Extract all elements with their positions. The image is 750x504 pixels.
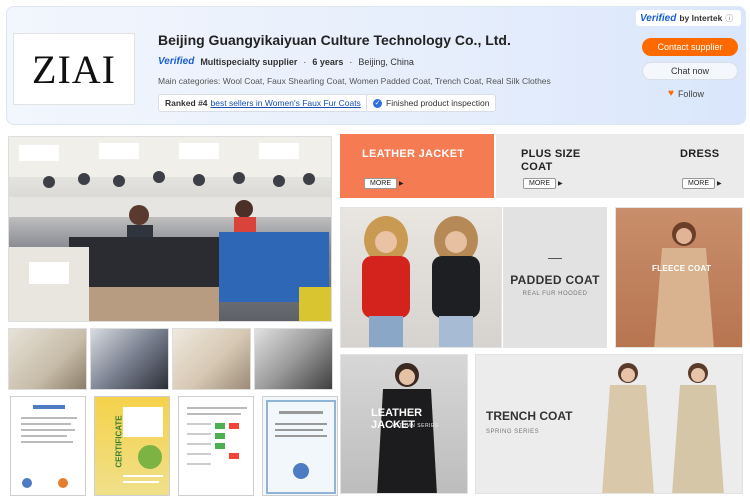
category-leather-jacket[interactable]: LEATHER JACKET MORE ▶ bbox=[340, 134, 494, 198]
trench-coat-panel[interactable]: TRENCH COAT SPRING SERIES bbox=[475, 354, 743, 494]
heart-icon: ♥ bbox=[668, 88, 674, 99]
document-icon bbox=[187, 407, 247, 465]
intertek-by-label: by Intertek bbox=[679, 13, 723, 23]
work-photo-1[interactable] bbox=[8, 328, 87, 390]
main-categories: Main categories: Wool Coat, Faux Shearli… bbox=[158, 76, 551, 86]
factory-illustration bbox=[9, 137, 331, 321]
logo-text: ZIAI bbox=[32, 46, 116, 92]
certificate-label: CERTIFICATE bbox=[114, 415, 124, 468]
ranking-link[interactable]: best sellers in Women's Faux Fur Coats bbox=[211, 98, 361, 108]
more-button[interactable]: MORE ▶ bbox=[682, 178, 722, 189]
info-icon[interactable]: ⓘ bbox=[725, 13, 733, 24]
document-icon bbox=[21, 405, 77, 488]
chevron-right-icon: ▶ bbox=[399, 181, 404, 187]
fleece-model-illustration bbox=[654, 222, 714, 347]
follow-button[interactable]: ♥ Follow bbox=[668, 88, 704, 99]
more-label: MORE bbox=[682, 178, 715, 189]
intertek-verified-label: Verified bbox=[640, 12, 677, 24]
fleece-coat-panel[interactable]: FLEECE COAT bbox=[615, 207, 743, 348]
certificate-image-2[interactable]: CERTIFICATE bbox=[94, 396, 170, 496]
company-logo: ZIAI bbox=[13, 33, 135, 105]
work-photo-4[interactable] bbox=[254, 328, 333, 390]
certificate-image-1[interactable] bbox=[10, 396, 86, 496]
certificate-image-3[interactable] bbox=[178, 396, 254, 496]
padded-coat-panel[interactable]: PADDED COAT REAL FUR HOODED bbox=[503, 207, 607, 348]
padded-coat-title: PADDED COAT bbox=[510, 273, 600, 287]
more-button[interactable]: MORE ▶ bbox=[523, 178, 563, 189]
more-label: MORE bbox=[364, 178, 397, 189]
category-label: LEATHER JACKET bbox=[362, 148, 465, 160]
trench-coat-title: TRENCH COAT bbox=[486, 409, 573, 423]
leather-jacket-panel[interactable]: LEATHER JACKET AUTUMN SERIES bbox=[340, 354, 468, 494]
divider bbox=[548, 258, 562, 259]
more-label: MORE bbox=[523, 178, 556, 189]
verified-badge: Verified bbox=[158, 56, 195, 67]
category-label: PLUS SIZE COAT bbox=[521, 148, 581, 173]
follow-label: Follow bbox=[677, 88, 704, 99]
certificate-seal-icon bbox=[123, 407, 163, 483]
certificate-image-4[interactable] bbox=[262, 396, 338, 496]
more-button[interactable]: MORE ▶ bbox=[364, 178, 404, 189]
ranked-prefix: Ranked #4 bbox=[165, 98, 208, 108]
padded-coat-subtitle: REAL FUR HOODED bbox=[522, 291, 588, 297]
document-icon bbox=[266, 400, 336, 494]
chevron-right-icon: ▶ bbox=[558, 181, 563, 187]
models-illustration bbox=[362, 216, 480, 347]
work-photo-2[interactable] bbox=[90, 328, 169, 390]
company-name[interactable]: Beijing Guangyikaiyuan Culture Technolog… bbox=[158, 32, 511, 48]
fleece-coat-title: FLEECE COAT bbox=[652, 264, 712, 273]
inspection-badge[interactable]: ✓ Finished product inspection bbox=[366, 94, 497, 112]
trench-coat-subtitle: SPRING SERIES bbox=[486, 429, 540, 435]
supplier-location: Beijing, China bbox=[358, 56, 414, 67]
work-photo-3[interactable] bbox=[172, 328, 251, 390]
dot-separator: · bbox=[303, 56, 307, 67]
category-dress[interactable]: DRESS bbox=[680, 148, 719, 161]
years-on-platform: 6 years bbox=[312, 56, 344, 67]
inspection-label: Finished product inspection bbox=[386, 98, 490, 108]
factory-photo[interactable] bbox=[8, 136, 332, 322]
leather-jacket-subtitle: AUTUMN SERIES bbox=[391, 423, 439, 429]
chevron-right-icon: ▶ bbox=[717, 181, 722, 187]
dot-separator: · bbox=[349, 56, 353, 67]
chat-now-button[interactable]: Chat now bbox=[642, 62, 738, 80]
padded-coat-models-photo[interactable] bbox=[340, 207, 502, 348]
intertek-verified-badge[interactable]: Verified by Intertek ⓘ bbox=[636, 10, 741, 26]
check-icon: ✓ bbox=[373, 98, 382, 108]
trench-models-illustration bbox=[602, 363, 724, 493]
category-plus-size-coat[interactable]: PLUS SIZE COAT bbox=[521, 148, 601, 174]
supplier-meta: Verified Multispecialty supplier · 6 yea… bbox=[158, 56, 414, 67]
chevron-down-icon[interactable]: ⌄ bbox=[500, 33, 508, 44]
supplier-type: Multispecialty supplier bbox=[200, 56, 298, 67]
ranking-badge[interactable]: Ranked #4 best sellers in Women's Faux F… bbox=[158, 94, 368, 112]
contact-supplier-button[interactable]: Contact supplier bbox=[642, 38, 738, 56]
